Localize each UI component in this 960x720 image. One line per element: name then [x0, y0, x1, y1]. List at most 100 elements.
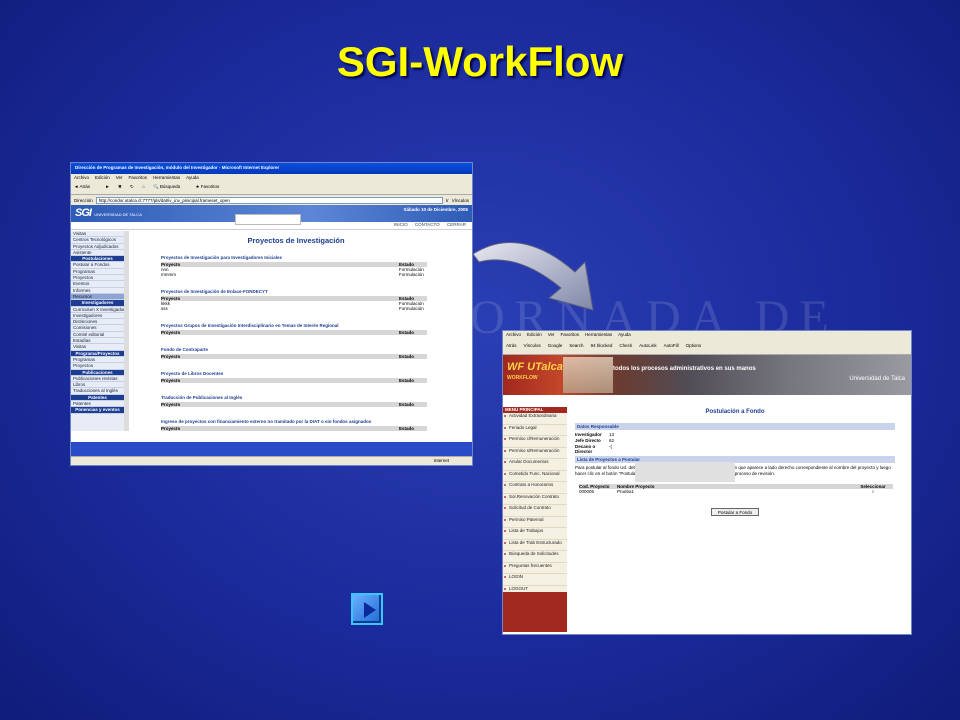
menu-item-ver[interactable]: Ver [116, 175, 123, 180]
project-state: Formulación [399, 272, 424, 277]
group-title: Proyectos Grupos de Investigación Interd… [161, 323, 339, 328]
project-state: Formulación [399, 306, 424, 311]
menu-item-edición[interactable]: Edición [527, 332, 542, 337]
home-icon[interactable]: ⌂ [142, 184, 145, 189]
taskbar [71, 442, 472, 456]
menu-item[interactable]: Feriado Legal [503, 425, 567, 436]
favorites-button[interactable]: ★ Favoritos [195, 184, 226, 189]
menu-item[interactable]: Cometido Func. Nacional [503, 471, 567, 482]
back-button[interactable]: ◄ Atrás [74, 184, 97, 189]
workflow-subtitle: WORKFLOW [507, 375, 538, 381]
toolbar-item[interactable]: 94 blocked [591, 343, 613, 348]
table-row[interactable]: mmmm Formulación [161, 272, 427, 277]
project-group: Proyectos Grupos de Investigación Interd… [161, 323, 427, 335]
menu-item[interactable]: Solicitud de Contrato [503, 505, 567, 517]
toolbar: Atrás Vínculos Google Search 94 blocked Check… [503, 341, 911, 355]
group-title: Proyectos de Investigación de Enlace-FON… [161, 289, 268, 294]
slide-title: SGI-WorkFlow [336, 38, 624, 85]
column-project: Proyecto [161, 402, 181, 407]
menu-item-ayuda[interactable]: Ayuda [186, 175, 199, 180]
menu-item[interactable]: Lista de Trabajos [503, 528, 567, 540]
stop-icon[interactable]: ✖ [118, 184, 122, 189]
table-row: 000006 Prueba1 ○ [579, 489, 893, 494]
menu-item[interactable]: Permiso Paternal [503, 517, 567, 528]
menu-item-edición[interactable]: Edición [95, 175, 110, 180]
menu-item-ayuda[interactable]: Ayuda [618, 332, 631, 337]
projects-table: Cod. Proyecto Nombre Proyecto Selecciona… [579, 484, 893, 494]
menu-item[interactable]: Sol.Renovación Contrato [503, 494, 567, 505]
menu-item[interactable]: Lista de Trab Estructurado [503, 540, 567, 551]
toolbar-item[interactable]: AutoLink [639, 343, 657, 348]
project-group: Traducción de Publicaciones al Inglés Pro… [161, 395, 427, 407]
status-zone: Internet [433, 458, 449, 463]
menu-item[interactable]: Actividad Extraordinaria [503, 413, 567, 425]
menu-item-favoritos[interactable]: Favoritos [561, 332, 580, 337]
menu-item[interactable]: Anular Documentos [503, 459, 567, 471]
links-label[interactable]: Vínculos [452, 198, 469, 203]
banner-tagline: todos los procesos administrativos en su… [613, 366, 756, 372]
page-title: Postulación a Fondo [705, 409, 765, 415]
group-table-header: Proyecto Estado [161, 378, 427, 383]
main-menu: MENÚ PRINCIPAL Actividad Extraordinaria F… [503, 407, 567, 632]
project-group: Proyecto de Libros Docentes Proyecto Estad… [161, 371, 427, 383]
curved-arrow-icon [472, 241, 594, 311]
menu-item-herramientas[interactable]: Herramientas [585, 332, 612, 337]
menu-item[interactable]: Permiso s/Remuneración [503, 448, 567, 459]
menu-item[interactable]: Contrato a Honorarios [503, 482, 567, 494]
column-project: Proyecto [161, 426, 181, 431]
link-contacto[interactable]: CONTACTO [415, 222, 440, 227]
project-group: Proyectos de Investigación para Investig… [161, 255, 427, 277]
window-title-bar: Dirección de Programas de Investigación,… [71, 163, 472, 174]
toolbar-item[interactable]: Options [686, 343, 702, 348]
search-button[interactable]: 🔍 Búsqueda [153, 184, 187, 189]
column-project: Proyecto [161, 330, 181, 335]
workflow-banner: WF UTalca WORKFLOW todos los procesos ad… [503, 355, 911, 395]
address-input[interactable]: http://condor.utalca.cl:7777/pls/dat/iv_… [95, 196, 443, 204]
group-table-header: Proyecto Estado [161, 426, 427, 431]
menu-item[interactable]: Preguntas frecuentes [503, 563, 567, 574]
sgi-logo: SGI [75, 207, 92, 219]
go-button[interactable]: Ir [446, 198, 449, 203]
toolbar-item[interactable]: AutoFill [664, 343, 679, 348]
menu-item-archivo[interactable]: Archivo [74, 175, 89, 180]
toolbar-item[interactable]: Search [569, 343, 583, 348]
university-label: UNIVERSIDAD DE TALCA [94, 212, 142, 217]
group-title: Proyectos de Investigación para Investig… [161, 255, 283, 260]
sidebar-section-header: Ponencias y eventos [71, 407, 124, 414]
link-inicio[interactable]: INICIO [394, 222, 408, 227]
column-project: Proyecto [161, 378, 181, 383]
menu-item[interactable]: Permiso c/Remuneración [503, 436, 567, 448]
menu-item[interactable]: Búsqueda de Solicitudes [503, 551, 567, 563]
menu-item-herramientas[interactable]: Herramientas [153, 175, 180, 180]
menu-bar: Archivo Edición Ver Favoritos Herramientas Ay… [503, 331, 911, 341]
toolbar-item[interactable]: Vínculos [524, 343, 541, 348]
field-label: Decano o Director [575, 444, 596, 454]
menu-item-archivo[interactable]: Archivo [506, 332, 521, 337]
toolbar-item[interactable]: Google [548, 343, 563, 348]
redacted-area [635, 462, 735, 482]
left-scrollbar[interactable] [124, 231, 129, 431]
submit-to-fund-button[interactable]: Postular a Fondo [711, 508, 759, 516]
column-state: Estado [399, 426, 415, 431]
project-name[interactable]: sss [161, 306, 399, 311]
menu-item-favoritos[interactable]: Favoritos [129, 175, 148, 180]
toolbar-item[interactable]: Atrás [506, 343, 517, 348]
toolbar-item[interactable]: Check [619, 343, 632, 348]
select-radio[interactable]: ○ [853, 489, 893, 494]
field-row: Decano o Director -( [575, 444, 895, 454]
forward-button[interactable]: ► [105, 184, 109, 189]
menu-item-ver[interactable]: Ver [548, 332, 555, 337]
project-name[interactable]: mmmm [161, 272, 399, 277]
table-row[interactable]: sss Formulación [161, 306, 427, 311]
main-content: Postulación a Fondo Datos Responsable In… [575, 407, 895, 516]
workflow-logo: WF UTalca [507, 361, 563, 373]
group-title: Ingreso de proyectos con financiamiento … [161, 419, 372, 424]
menu-item[interactable]: LOGIN [503, 574, 567, 586]
refresh-icon[interactable]: ↻ [130, 184, 134, 189]
next-slide-button[interactable] [351, 593, 383, 625]
screenshot-workflow-module: Archivo Edición Ver Favoritos Herramientas Ay… [502, 330, 912, 635]
link-cerrar[interactable]: CERRAR [447, 222, 466, 227]
menu-footer-block [503, 592, 567, 632]
column-state: Estado [399, 378, 415, 383]
project-name: Prueba1 [617, 489, 635, 494]
